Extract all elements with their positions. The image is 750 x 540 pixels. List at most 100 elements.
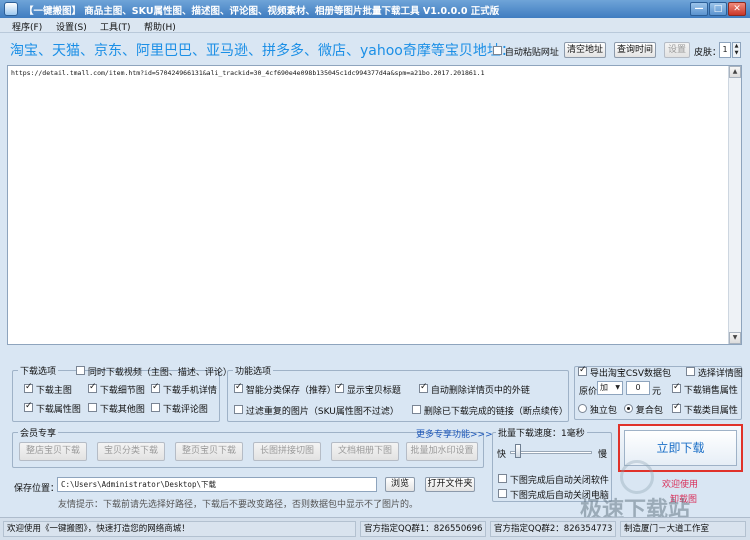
menu-program[interactable]: 程序(F) xyxy=(12,20,42,33)
auto-paste-option[interactable]: 自动粘贴网址 xyxy=(493,45,559,58)
status-qq-group-2: 官方指定QQ群2：826354773 xyxy=(490,521,616,537)
checkbox[interactable] xyxy=(335,382,344,393)
checkbox[interactable] xyxy=(672,382,681,393)
download-options-title: 下载选项 xyxy=(18,364,59,377)
close-button[interactable]: ✕ xyxy=(728,2,746,16)
settings-button[interactable]: 设置 xyxy=(664,42,690,58)
checkbox[interactable] xyxy=(151,382,160,393)
url-textarea[interactable]: https://detail.tmall.com/item.htm?id=570… xyxy=(7,65,742,345)
option-label: 下载属性图 xyxy=(35,405,81,415)
maximize-button[interactable]: □ xyxy=(709,2,727,16)
opt-filter-duplicates[interactable]: 过滤重复的图片（SKU属性图不过滤） xyxy=(234,404,399,417)
checkbox[interactable] xyxy=(498,474,507,483)
price-operator-value: 加 xyxy=(600,383,608,392)
opt-review-image[interactable]: 下载评论图 xyxy=(151,402,208,415)
opt-mobile-detail[interactable]: 下载手机详情 xyxy=(151,382,217,396)
checkbox[interactable] xyxy=(88,382,97,393)
opt-show-title[interactable]: 显示宝贝标题 xyxy=(335,382,401,396)
sync-video-label: 同时下载视频（主图、描述、评论） xyxy=(87,368,232,378)
speed-slider-thumb[interactable] xyxy=(514,444,521,458)
minimize-button[interactable]: — xyxy=(690,2,708,16)
watermark-logo-icon xyxy=(620,460,654,494)
checkbox[interactable] xyxy=(234,405,243,414)
speed-slider-track[interactable] xyxy=(510,451,592,454)
vertical-scrollbar[interactable]: ▲ ▼ xyxy=(728,66,741,344)
opt-other-image[interactable]: 下载其他图 xyxy=(88,402,145,415)
open-folder-button[interactable]: 打开文件夹 xyxy=(425,477,475,492)
more-features-link[interactable]: 更多专享功能>>> xyxy=(416,427,493,440)
speed-title: 批量下载速度：1毫秒 xyxy=(496,426,587,439)
auto-paste-checkbox[interactable] xyxy=(493,46,502,55)
sync-video-checkbox[interactable] xyxy=(76,366,85,375)
radio[interactable] xyxy=(578,404,587,413)
sync-video-option[interactable]: 同时下载视频（主图、描述、评论） xyxy=(76,365,232,378)
function-options-title: 功能选项 xyxy=(233,364,274,377)
option-label: 下载手机详情 xyxy=(162,386,217,396)
option-label: 下载其他图 xyxy=(99,405,145,415)
query-time-button[interactable]: 查询时间 xyxy=(614,42,656,58)
member-button-album[interactable]: 文档相册下图 xyxy=(331,442,399,461)
checkbox[interactable] xyxy=(151,403,160,412)
status-maker: 制造厦门－大道工作室 xyxy=(620,521,746,537)
checkbox[interactable] xyxy=(24,382,33,393)
welcome-link[interactable]: 欢迎使用 xyxy=(662,477,698,490)
checkbox[interactable] xyxy=(672,402,681,413)
member-button-shop[interactable]: 整店宝贝下载 xyxy=(19,442,87,461)
member-button-category[interactable]: 宝贝分类下载 xyxy=(97,442,165,461)
option-label: 智能分类保存（推荐） xyxy=(245,386,336,396)
option-label: 导出淘宝CSV数据包 xyxy=(589,369,672,379)
opt-combined[interactable]: 复合包 xyxy=(624,403,663,416)
option-label: 自动删除详情页中的外链 xyxy=(430,386,530,396)
option-label: 显示宝贝标题 xyxy=(346,386,401,396)
skin-input[interactable]: 1 xyxy=(719,42,731,58)
option-label: 下载评论图 xyxy=(162,405,208,415)
browse-button[interactable]: 浏览 xyxy=(385,477,415,492)
clear-address-button[interactable]: 清空地址 xyxy=(564,42,606,58)
checkbox[interactable] xyxy=(498,489,507,498)
opt-delete-finished[interactable]: 删除已下载完成的链接（断点续传） xyxy=(412,404,568,417)
member-button-page[interactable]: 整页宝贝下载 xyxy=(175,442,243,461)
checkbox[interactable] xyxy=(419,382,428,393)
member-title: 会员专享 xyxy=(18,426,59,439)
opt-standalone[interactable]: 独立包 xyxy=(578,403,617,416)
option-label: 下载细节图 xyxy=(99,386,145,396)
opt-export-csv[interactable]: 导出淘宝CSV数据包 xyxy=(578,365,672,379)
opt-auto-close-software[interactable]: 下图完成后自动关闭软件 xyxy=(498,473,609,486)
checkbox[interactable] xyxy=(24,401,33,412)
save-path-input[interactable]: C:\Users\Administrator\Desktop\下载 xyxy=(57,477,377,492)
menu-help[interactable]: 帮助(H) xyxy=(144,20,176,33)
auto-paste-label: 自动粘贴网址 xyxy=(504,48,559,58)
menu-tools[interactable]: 工具(T) xyxy=(100,20,131,33)
radio[interactable] xyxy=(624,404,633,413)
opt-main-image[interactable]: 下载主图 xyxy=(24,382,72,396)
scroll-up-icon[interactable]: ▲ xyxy=(729,66,741,78)
opt-attribute-image[interactable]: 下载属性图 xyxy=(24,401,81,415)
opt-smart-save[interactable]: 智能分类保存（推荐） xyxy=(234,382,336,396)
option-label: 下载销售属性 xyxy=(683,386,738,396)
option-label: 删除已下载完成的链接（断点续传） xyxy=(423,407,568,417)
checkbox[interactable] xyxy=(578,365,587,376)
member-button-watermark[interactable]: 批量加水印设置 xyxy=(406,442,478,461)
opt-select-details[interactable]: 选择详情图 xyxy=(686,366,743,379)
option-label: 过滤重复的图片（SKU属性图不过滤） xyxy=(245,407,399,417)
opt-detail-image[interactable]: 下载细节图 xyxy=(88,382,145,396)
member-button-long-image[interactable]: 长图拼接切图 xyxy=(253,442,321,461)
opt-download-sales[interactable]: 下载销售属性 xyxy=(672,382,738,396)
option-label: 下载类目属性 xyxy=(683,406,738,416)
checkbox[interactable] xyxy=(412,405,421,414)
skin-spinner[interactable]: ▲ ▼ xyxy=(732,42,741,58)
checkbox[interactable] xyxy=(234,382,243,393)
save-location-label: 保存位置： xyxy=(14,484,60,494)
checkbox[interactable] xyxy=(88,403,97,412)
opt-download-category[interactable]: 下载类目属性 xyxy=(672,402,738,416)
price-value-input[interactable]: 0 xyxy=(626,381,650,395)
menu-settings[interactable]: 设置(S) xyxy=(56,20,87,33)
checkbox[interactable] xyxy=(686,367,695,376)
title-bar: 【一键搬图】 商品主图、SKU属性图、描述图、评论图、视频素材、相册等图片批量下… xyxy=(0,0,750,18)
scroll-down-icon[interactable]: ▼ xyxy=(729,332,741,344)
option-label: 独立包 xyxy=(589,406,617,416)
opt-remove-links[interactable]: 自动删除详情页中的外链 xyxy=(419,382,530,396)
price-operator-select[interactable]: 加 ▼ xyxy=(597,381,623,395)
window-title: 【一键搬图】 商品主图、SKU属性图、描述图、评论图、视频素材、相册等图片批量下… xyxy=(24,6,500,17)
speed-slow-label: 慢 xyxy=(598,450,608,460)
